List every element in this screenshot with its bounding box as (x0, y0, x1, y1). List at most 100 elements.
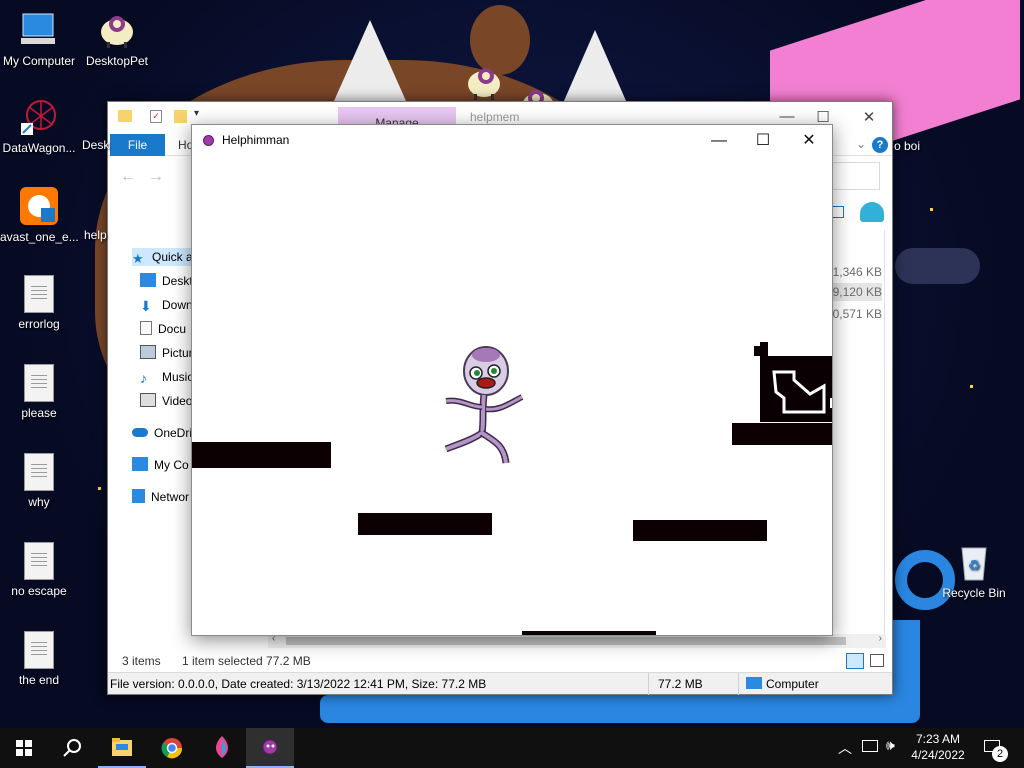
star (98, 487, 101, 490)
taskbar: ︿ 🕪 7:23 AM 4/24/2022 2 (0, 728, 1024, 768)
taskbar-paint3d[interactable] (198, 728, 246, 768)
help-button[interactable]: ? (872, 137, 888, 153)
chevron-up-icon[interactable]: ︿ (838, 738, 852, 758)
desktop-icon-avast[interactable]: avast_one_e... (0, 186, 79, 244)
document-icon (24, 275, 54, 313)
details-view-icon[interactable] (846, 653, 864, 669)
desktop-icon-the-end[interactable]: the end (0, 631, 78, 687)
minimize-button[interactable]: — (696, 129, 742, 153)
desktop-pet-sheep[interactable] (466, 62, 506, 102)
folder-icon (112, 738, 132, 756)
chevron-down-icon[interactable]: ⌄ (856, 137, 866, 151)
svg-text:♻: ♻ (968, 557, 981, 573)
search-icon (63, 739, 81, 757)
search-box[interactable] (828, 162, 880, 190)
desktop-icon-label: avast_one_e... (0, 230, 79, 244)
nav-my-computer[interactable]: My Co (132, 456, 189, 474)
tab-file[interactable]: File (110, 134, 165, 156)
platform (522, 631, 656, 635)
folder-icon (118, 110, 132, 122)
properties-icon[interactable]: ✓ (150, 110, 162, 123)
sheep-icon (468, 68, 500, 100)
notification-badge: 2 (992, 746, 1008, 762)
start-button[interactable] (0, 728, 48, 768)
document-icon (24, 542, 54, 580)
wallpaper-cat-ear-right (560, 30, 630, 110)
partial-label: help (84, 228, 107, 242)
desktop-icon-label: the end (18, 673, 60, 687)
pictures-icon (140, 345, 156, 359)
desktop-icon (140, 273, 156, 287)
documents-icon (140, 321, 152, 335)
nav-onedrive[interactable]: OneDri (132, 424, 192, 442)
taskbar-chrome[interactable] (148, 728, 196, 768)
notification-center-button[interactable]: 2 (980, 734, 1008, 762)
selection-info: 1 item selected 77.2 MB (182, 654, 311, 668)
star-icon: ★ (132, 251, 144, 266)
desktop-icon-desktoppet[interactable]: DesktopPet (78, 10, 156, 68)
back-arrow-icon[interactable]: ← (120, 168, 136, 186)
scrollbar-horizontal[interactable]: ‹ › (268, 633, 886, 648)
clock[interactable]: 7:23 AM 4/24/2022 (905, 732, 971, 762)
helphimman-window[interactable]: Helphimman — ☐ ✕ (191, 124, 833, 636)
desktop-icon-recycle-bin[interactable]: ♻ Recycle Bin (935, 542, 1013, 600)
helphimman-titlebar[interactable]: Helphimman — ☐ ✕ (192, 125, 832, 155)
video-icon (140, 393, 156, 407)
nav-documents[interactable]: Docu (140, 320, 186, 338)
helphimman-character[interactable] (440, 345, 530, 471)
wallpaper-gray-shape (895, 248, 980, 284)
taskbar-file-explorer[interactable] (98, 728, 146, 768)
platform (633, 520, 767, 541)
divider (738, 673, 739, 695)
document-icon (24, 631, 54, 669)
new-folder-icon[interactable] (174, 110, 187, 123)
partial-label: Desk (82, 138, 110, 152)
shadow-monster (754, 342, 832, 426)
platform (192, 442, 331, 468)
clock-time: 7:23 AM (915, 732, 961, 746)
divider (648, 673, 649, 695)
nav-pictures[interactable]: Pictur (140, 344, 193, 362)
desktop-icon-my-computer[interactable]: My Computer (0, 10, 78, 68)
nav-videos[interactable]: Video (140, 392, 192, 410)
location-text: Computer (766, 677, 819, 691)
avast-icon (19, 186, 59, 226)
volume-icon[interactable]: 🕪 (886, 737, 895, 754)
network-icon (132, 489, 145, 503)
file-details-text: File version: 0.0.0.0, Date created: 3/1… (110, 677, 487, 691)
large-icons-view-icon[interactable] (870, 654, 884, 667)
close-button[interactable]: ✕ (786, 129, 832, 153)
desktop-icon-no-escape[interactable]: no escape (0, 542, 78, 598)
desktop-icon-label: please (21, 406, 57, 420)
recycle-bin-icon: ♻ (954, 542, 994, 582)
desktop-icon-please[interactable]: please (0, 364, 78, 420)
search-button[interactable] (48, 728, 96, 768)
document-icon (24, 364, 54, 402)
item-count: 3 items (122, 654, 161, 668)
desktop-icon-label: no escape (11, 584, 67, 598)
desktop-icon-errorlog[interactable]: errorlog (0, 275, 78, 331)
forward-arrow-icon[interactable]: → (148, 168, 164, 186)
scrollbar-vertical[interactable] (884, 230, 885, 635)
explorer-close-button[interactable]: ✕ (854, 108, 884, 128)
document-icon (24, 453, 54, 491)
desktop-icon-datawagon[interactable]: DataWagon... (0, 97, 78, 155)
taskbar-helphimman[interactable] (246, 728, 294, 768)
maximize-button[interactable]: ☐ (740, 129, 786, 153)
shell-icon (860, 202, 884, 222)
platform (732, 423, 832, 445)
window-title: Helphimman (222, 133, 290, 147)
nav-music[interactable]: ♪ Music (140, 368, 193, 386)
desktop-icon-label: DataWagon... (2, 141, 76, 155)
scroll-thumb[interactable] (286, 637, 846, 645)
star (930, 208, 933, 211)
network-icon[interactable] (862, 740, 878, 752)
scroll-right-arrow-icon[interactable]: › (879, 633, 882, 644)
chevron-down-icon[interactable]: ▾ (194, 108, 199, 119)
nav-downloads[interactable]: ⬇ Down (140, 296, 193, 314)
desktop-icon-why[interactable]: why (0, 453, 78, 509)
partial-label: o boi (894, 139, 921, 153)
app-icon (203, 135, 214, 146)
nav-network[interactable]: Networ (132, 488, 189, 506)
desktop-icon-label: DesktopPet (85, 54, 149, 68)
